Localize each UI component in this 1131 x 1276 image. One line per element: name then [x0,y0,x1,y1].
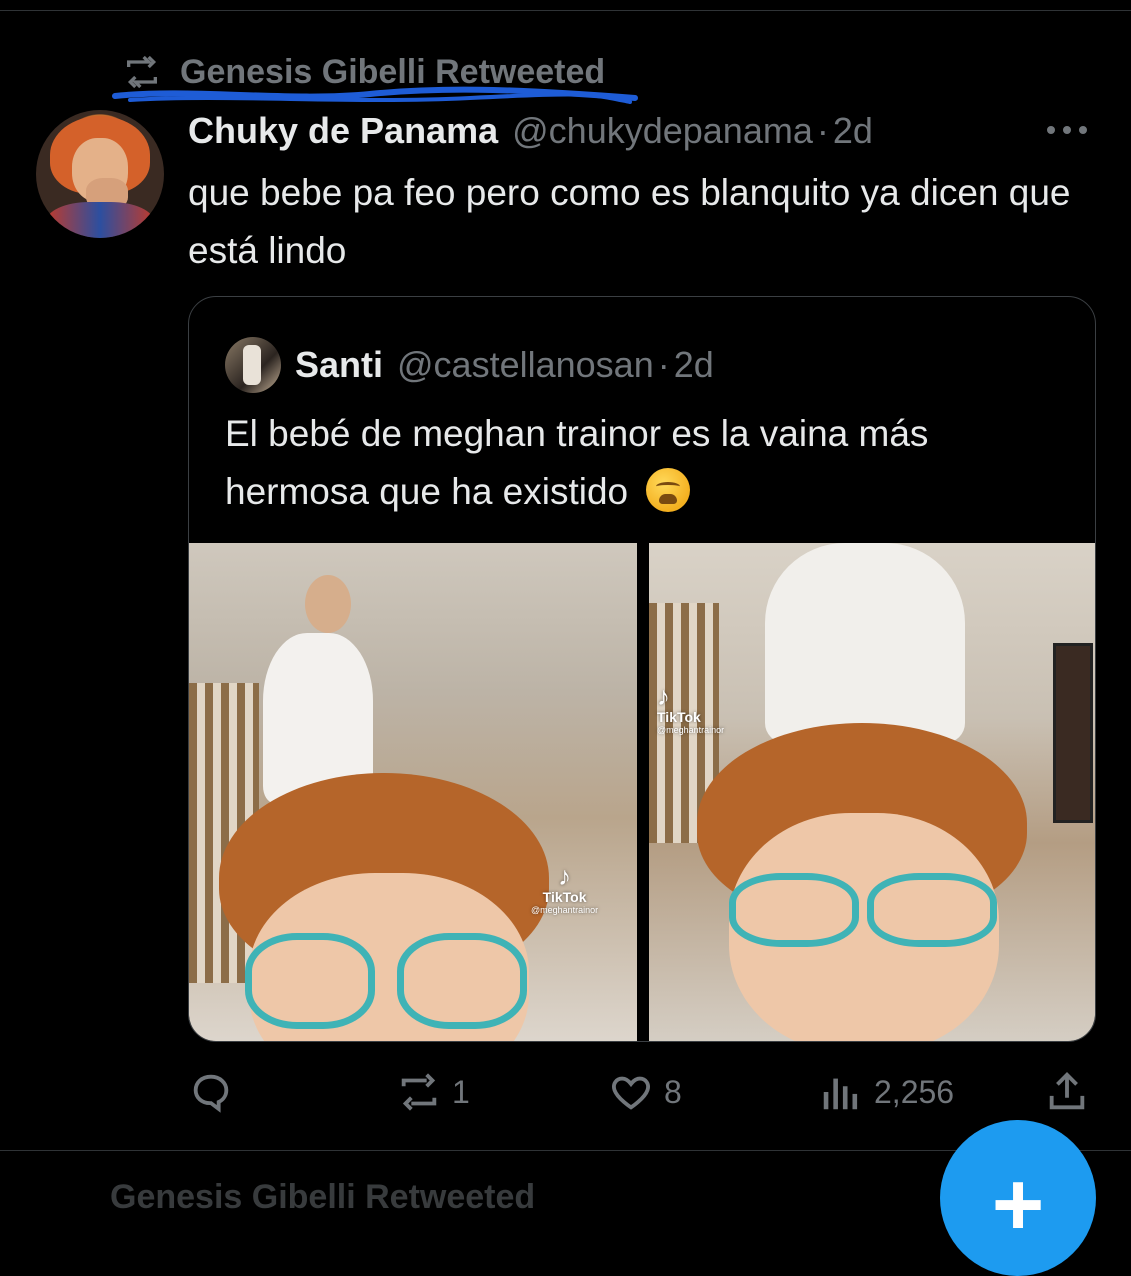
like-button[interactable]: 8 [608,1064,682,1120]
weary-face-emoji-icon [646,468,691,512]
views-chart-icon [823,1078,858,1110]
media-image-1[interactable]: ♪ TikTok @meghantrainor [189,543,637,1041]
quoted-author-display-name: Santi [295,344,384,385]
views-button[interactable]: 2,256 [818,1064,954,1120]
header-separator: · [816,110,829,151]
more-options-icon[interactable] [1043,120,1091,140]
tweet-actions-bar: 1 8 2,256 [188,1064,1096,1120]
reply-icon [193,1074,229,1113]
tiktok-watermark-2: ♪ TikTok @meghantrainor [657,683,724,735]
quoted-tweet-card[interactable]: Santi @castellanosan · 2d El bebé de meg… [188,296,1096,1042]
quoted-tweet-header: Santi @castellanosan · 2d [225,337,714,393]
share-button[interactable] [1044,1064,1090,1120]
tweet-text: que bebe pa feo pero como es blanquito y… [188,172,1071,271]
tweet-timestamp[interactable]: 2d [833,110,873,152]
media-image-2[interactable]: ♪ TikTok @meghantrainor [649,543,1095,1041]
retweet-icon [401,1073,437,1111]
next-retweet-context-label: Genesis Gibelli Retweeted [110,1178,536,1216]
heart-icon [612,1076,650,1110]
author-display-name[interactable]: Chuky de Panama [188,110,498,152]
compose-plus-icon: + [991,1155,1045,1255]
tweet-header: Chuky de Panama @chukydepanama · 2d [188,106,1091,156]
tiktok-note-icon: ♪ [657,681,670,711]
tiktok-label-2: TikTok [657,709,701,725]
top-divider [0,10,1131,11]
author-handle[interactable]: @chukydepanama [512,110,813,152]
quoted-tweet-text-block: El bebé de meghan trainor es la vaina má… [225,405,1065,521]
reply-button[interactable] [188,1064,244,1120]
quoted-tweet-timestamp: 2d [673,344,714,385]
tiktok-handle-2: @meghantrainor [657,725,725,735]
retweet-button[interactable]: 1 [396,1064,470,1120]
quoted-media-grid: ♪ TikTok @meghantrainor ♪ TikTok @meghan… [189,543,1095,1041]
wall-frame [1053,643,1093,823]
tiktok-note-icon: ♪ [558,861,572,891]
tiktok-label-1: TikTok [542,889,587,905]
compose-tweet-button[interactable]: + [940,1120,1096,1276]
quoted-author-avatar [225,337,281,393]
next-retweet-context: Genesis Gibelli Retweeted [110,1178,535,1217]
author-avatar[interactable] [36,110,164,238]
quoted-tweet-text: El bebé de meghan trainor es la vaina má… [225,413,929,512]
share-icon [1049,1072,1085,1110]
quoted-header-separator: · [657,344,670,385]
view-count: 2,256 [874,1073,955,1110]
quoted-author-handle: @castellanosan [397,344,654,385]
tiktok-watermark-1: ♪ TikTok @meghantrainor [531,863,598,915]
tiktok-handle-1: @meghantrainor [531,905,599,915]
retweet-count: 1 [452,1073,470,1110]
like-count: 8 [664,1073,682,1110]
